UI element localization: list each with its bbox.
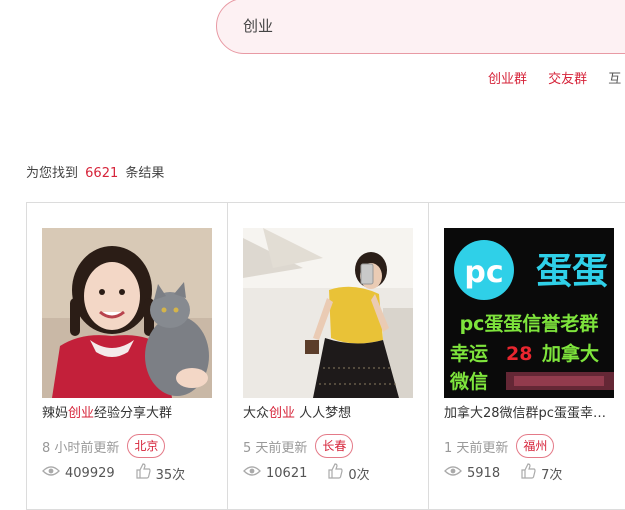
result-count: 为您找到 6621 条结果	[26, 162, 164, 181]
eye-icon	[444, 465, 462, 481]
card-stats: 10621 0次	[243, 463, 370, 483]
like-count: 7次	[541, 467, 563, 483]
result-card[interactable]: 大众创业 人人梦想 5 天前更新 长春 10621 0次	[228, 203, 429, 509]
view-count: 409929	[65, 465, 115, 481]
result-count-suffix: 条结果	[125, 166, 165, 181]
woman-mirror-selfie-photo	[243, 228, 413, 398]
eye-icon	[243, 465, 261, 481]
result-count-number: 6621	[85, 166, 119, 181]
card-title-text: 辣妈	[42, 406, 69, 421]
card-updated-time: 5 天前更新	[243, 440, 308, 456]
card-title[interactable]: 大众创业 人人梦想	[243, 402, 415, 421]
result-card[interactable]: 辣妈创业经验分享大群 8 小时前更新 北京 409929 35次	[27, 203, 228, 509]
card-meta: 5 天前更新 长春	[243, 433, 354, 459]
result-card-grid: 辣妈创业经验分享大群 8 小时前更新 北京 409929 35次 大众创业 人人…	[26, 202, 625, 510]
view-count: 10621	[266, 465, 308, 481]
card-title[interactable]: 加拿大28微信群pc蛋蛋幸运28	[444, 402, 616, 421]
card-meta: 1 天前更新 福州	[444, 433, 555, 459]
card-title-text: 大众	[243, 406, 270, 421]
card-updated-time: 8 小时前更新	[42, 440, 120, 456]
card-stats: 5918 7次	[444, 463, 562, 483]
thumbs-up-icon[interactable]	[135, 463, 151, 483]
thumbs-up-icon[interactable]	[520, 463, 536, 483]
search-input[interactable]: 创业	[243, 15, 273, 36]
promo-line3-text: 微信	[449, 370, 488, 393]
card-title-text: 加拿大28微信群pc蛋蛋幸运28	[444, 406, 616, 421]
view-count: 5918	[467, 465, 501, 481]
result-card[interactable]: pc 蛋蛋 pc蛋蛋信誉老群 幸运 28 加拿大 微信 加拿大28微信群pc蛋蛋…	[429, 203, 625, 509]
promo-line1-text: pc蛋蛋信誉老群	[460, 312, 599, 335]
like-count: 0次	[348, 467, 370, 483]
pc-egg-promo-image: pc 蛋蛋 pc蛋蛋信誉老群 幸运 28 加拿大 微信	[444, 228, 614, 398]
promo-heading-text: 蛋蛋	[536, 251, 608, 292]
search-box[interactable]: 创业	[216, 0, 625, 54]
promo-line2a-text: 幸运	[450, 343, 488, 365]
card-thumbnail[interactable]	[42, 228, 212, 398]
card-meta: 8 小时前更新 北京	[42, 433, 166, 459]
woman-holding-cat-photo	[42, 228, 212, 398]
hot-tags: 创业群 交友群 互	[488, 68, 621, 87]
promo-badge-text: pc	[464, 255, 503, 290]
city-badge[interactable]: 福州	[516, 434, 555, 458]
city-badge[interactable]: 长春	[315, 434, 354, 458]
thumbs-up-icon[interactable]	[327, 463, 343, 483]
result-count-prefix: 为您找到	[26, 166, 79, 181]
promo-line2c-text: 加拿大	[541, 342, 599, 365]
card-title-text: 经验分享大群	[94, 406, 173, 421]
card-title-text: 人人梦想	[295, 406, 352, 421]
promo-line2b-text: 28	[506, 343, 532, 365]
card-stats: 409929 35次	[42, 463, 185, 483]
card-updated-time: 1 天前更新	[444, 440, 509, 456]
city-badge[interactable]: 北京	[127, 434, 166, 458]
card-title[interactable]: 辣妈创业经验分享大群	[42, 402, 214, 421]
tag-link-dating[interactable]: 交友群	[548, 68, 587, 87]
like-count: 35次	[155, 467, 186, 483]
card-title-highlight: 创业	[269, 406, 296, 421]
card-thumbnail[interactable]: pc 蛋蛋 pc蛋蛋信誉老群 幸运 28 加拿大 微信	[444, 228, 614, 398]
eye-icon	[42, 465, 60, 481]
card-title-highlight: 创业	[68, 406, 95, 421]
card-thumbnail[interactable]	[243, 228, 413, 398]
tag-link-entrepreneur[interactable]: 创业群	[488, 68, 527, 87]
tag-link-mutual[interactable]: 互	[608, 68, 621, 87]
